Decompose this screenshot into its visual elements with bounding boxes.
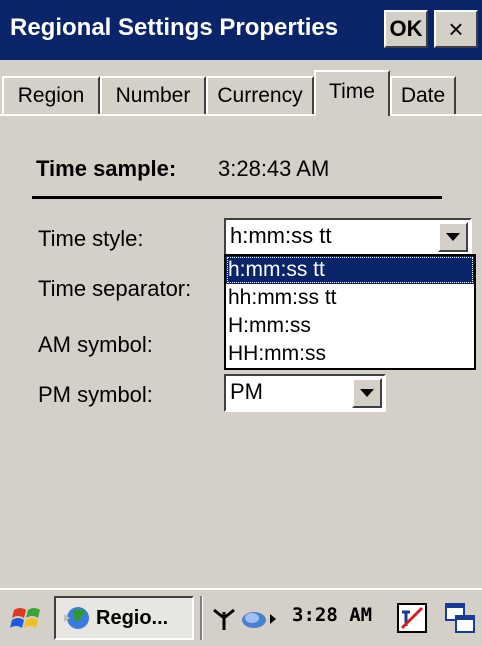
tab-number[interactable]: Number xyxy=(100,76,206,116)
switch-windows-icon[interactable] xyxy=(444,602,476,634)
tray-separator xyxy=(200,596,203,640)
pm-symbol-dropdown-button[interactable] xyxy=(352,378,382,408)
time-style-value: h:mm:ss tt xyxy=(230,223,332,248)
task-label: Regio... xyxy=(96,607,169,629)
clock[interactable]: 3:28 AM xyxy=(292,604,372,626)
dropdown-option[interactable]: h:mm:ss tt xyxy=(226,256,474,284)
tab-time[interactable]: Time xyxy=(314,70,390,116)
time-style-combo[interactable]: h:mm:ss tt xyxy=(224,218,472,256)
globe-icon xyxy=(64,607,89,629)
sync-connection-icon[interactable] xyxy=(240,604,278,632)
time-sample-value: 3:28:43 AM xyxy=(218,156,330,181)
pm-symbol-label: PM symbol: xyxy=(38,382,153,407)
time-style-dropdown-button[interactable] xyxy=(438,222,468,252)
chevron-down-icon xyxy=(446,233,460,241)
tab-strip: Region Number Currency Time Date xyxy=(0,60,482,116)
time-sample-label: Time sample: xyxy=(36,156,177,181)
time-style-label: Time style: xyxy=(38,226,144,251)
time-style-dropdown-list[interactable]: h:mm:ss tt hh:mm:ss tt H:mm:ss HH:mm:ss xyxy=(224,254,476,370)
pm-symbol-value: PM xyxy=(230,379,263,404)
dropdown-option[interactable]: hh:mm:ss tt xyxy=(226,284,474,312)
window-title: Regional Settings Properties xyxy=(10,14,339,41)
taskbar: Regio... 3:28 AM xyxy=(0,588,482,646)
dropdown-option[interactable]: HH:mm:ss xyxy=(226,340,474,368)
chevron-down-icon xyxy=(360,389,374,397)
input-panel-icon[interactable] xyxy=(396,602,428,634)
tab-date[interactable]: Date xyxy=(390,76,456,116)
time-separator-label: Time separator: xyxy=(38,276,192,301)
dropdown-option[interactable]: H:mm:ss xyxy=(226,312,474,340)
pm-symbol-combo[interactable]: PM xyxy=(224,374,386,412)
tab-currency[interactable]: Currency xyxy=(206,76,314,116)
antenna-icon[interactable] xyxy=(210,604,238,632)
close-button[interactable]: × xyxy=(434,10,478,48)
am-symbol-label: AM symbol: xyxy=(38,332,153,357)
title-bar: Regional Settings Properties OK × xyxy=(0,0,482,60)
tab-region[interactable]: Region xyxy=(2,76,100,116)
start-windows-icon[interactable] xyxy=(10,602,44,636)
divider-rule xyxy=(32,196,442,199)
ok-button[interactable]: OK xyxy=(384,10,428,48)
time-tab-panel: Time sample: 3:28:43 AM Time style: h:mm… xyxy=(0,116,482,576)
taskbar-regional-settings-button[interactable]: Regio... xyxy=(54,596,194,640)
